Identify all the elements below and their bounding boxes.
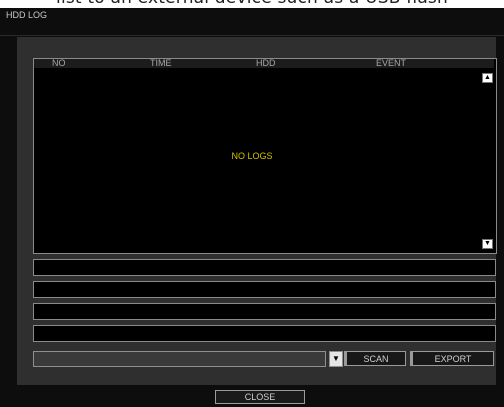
column-header-hdd: HDD bbox=[256, 58, 276, 68]
scroll-down-button[interactable]: ▼ bbox=[482, 239, 493, 249]
scan-button[interactable]: SCAN bbox=[346, 351, 406, 366]
no-logs-message: NO LOGS bbox=[231, 151, 273, 161]
scroll-up-button[interactable]: ▲ bbox=[482, 73, 493, 83]
detail-field-4[interactable] bbox=[33, 325, 496, 342]
detail-field-3[interactable] bbox=[33, 303, 496, 320]
triangle-up-icon: ▲ bbox=[484, 74, 491, 81]
chevron-down-icon: ▼ bbox=[332, 354, 340, 363]
window-title: HDD LOG bbox=[6, 10, 48, 20]
title-divider bbox=[0, 35, 504, 36]
column-header-no: NO bbox=[52, 58, 66, 68]
column-header-event: EVENT bbox=[376, 58, 407, 68]
page-caption: list to an external device such as a USB… bbox=[0, 0, 504, 8]
detail-field-1[interactable] bbox=[33, 259, 496, 276]
close-button[interactable]: CLOSE bbox=[215, 390, 305, 404]
detail-field-2[interactable] bbox=[33, 281, 496, 298]
export-button[interactable]: EXPORT bbox=[412, 351, 494, 366]
device-select[interactable] bbox=[33, 351, 326, 367]
device-select-arrow-button[interactable]: ▼ bbox=[329, 351, 343, 367]
triangle-down-icon: ▼ bbox=[484, 240, 491, 247]
column-header-time: TIME bbox=[150, 58, 172, 68]
